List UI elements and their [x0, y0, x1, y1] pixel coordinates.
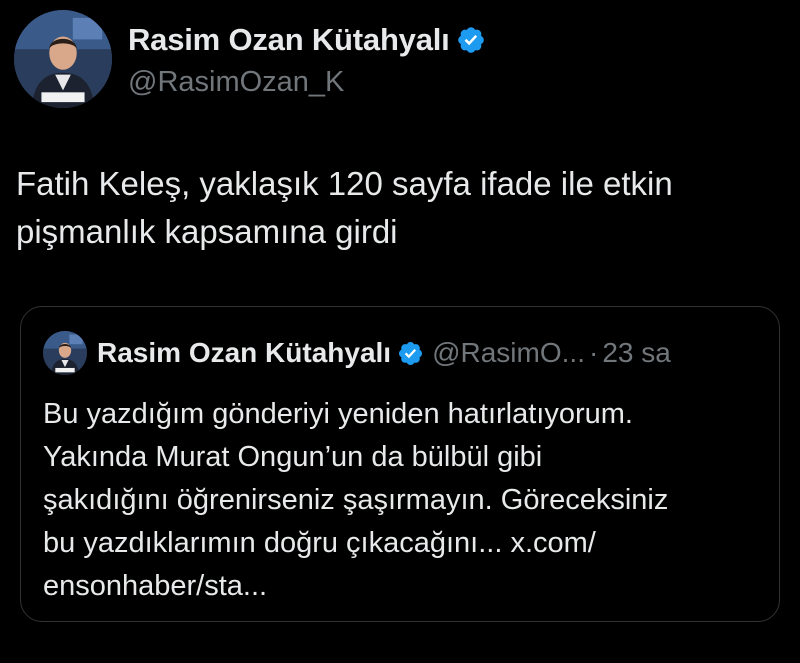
- tweet-text: Fatih Keleş, yaklaşık 120 sayfa ifade il…: [16, 160, 786, 256]
- quoted-text-line: ensonhaber/sta...: [43, 570, 268, 602]
- author-avatar-image: [14, 10, 112, 108]
- author-display-name[interactable]: Rasim Ozan Kütahyalı: [128, 22, 450, 58]
- tweet-text-line-1: Fatih Keleş, yaklaşık 120 sayfa ifade il…: [16, 165, 673, 202]
- quoted-verified-badge-icon: [397, 340, 424, 367]
- quoted-text-line: bu yazdıklarımın doğru çıkacağını... x.c…: [43, 527, 596, 559]
- quoted-author-avatar[interactable]: [43, 331, 87, 375]
- verified-badge-icon[interactable]: [456, 25, 486, 55]
- tweet-header: Rasim Ozan Kütahyalı @RasimOzan_K: [14, 10, 486, 108]
- quoted-tweet-text: Bu yazdığım gönderiyi yeniden hatırlatıy…: [43, 393, 763, 608]
- author-avatar[interactable]: [14, 10, 112, 108]
- tweet-text-line-2: pişmanlık kapsamına girdi: [16, 213, 398, 250]
- quoted-tweet-card[interactable]: Rasim Ozan Kütahyalı @RasimO... · 23 sa …: [20, 306, 780, 622]
- quoted-dot-separator: ·: [588, 337, 599, 368]
- quoted-author-avatar-image: [43, 331, 87, 375]
- quoted-timestamp[interactable]: 23 sa: [602, 337, 671, 369]
- quoted-author-display-name[interactable]: Rasim Ozan Kütahyalı: [97, 337, 391, 369]
- author-handle[interactable]: @RasimOzan_K: [128, 66, 486, 99]
- quoted-author-handle[interactable]: @RasimO...: [432, 337, 585, 369]
- quoted-text-line: Yakında Murat Ongun’un da bülbül gibi: [43, 441, 543, 473]
- quoted-text-line: şakıdığını öğrenirseniz şaşırmayın. Göre…: [43, 484, 669, 516]
- quoted-tweet-header: Rasim Ozan Kütahyalı @RasimO... · 23 sa: [43, 331, 671, 375]
- quoted-text-line: Bu yazdığım gönderiyi yeniden hatırlatıy…: [43, 398, 633, 430]
